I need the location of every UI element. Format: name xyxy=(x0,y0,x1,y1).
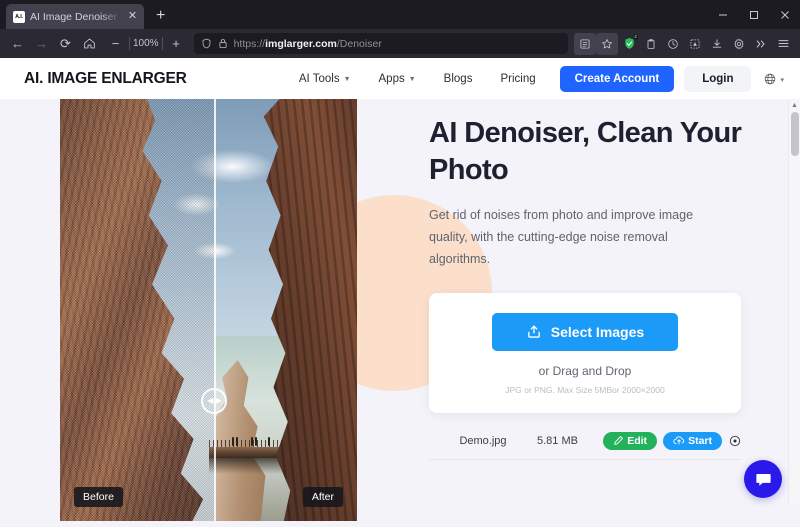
login-button[interactable]: Login xyxy=(684,65,752,92)
before-after-comparison[interactable]: ◀ ▶ Before After xyxy=(60,99,357,521)
slider-right-arrow-icon: ▶ xyxy=(215,396,222,405)
scrollbar-up-arrow-icon[interactable]: ▲ xyxy=(789,99,800,111)
zoom-level-label: 100% xyxy=(129,37,163,50)
clipboard-extension-icon[interactable] xyxy=(640,33,662,55)
language-caret-icon: ▾ xyxy=(780,76,784,84)
create-account-button[interactable]: Create Account xyxy=(559,65,675,92)
nav-label: Blogs xyxy=(443,72,473,85)
bookmark-star-icon[interactable] xyxy=(596,32,618,55)
zoom-controls: − 100% + xyxy=(104,32,188,55)
tab-favicon: A.I. xyxy=(13,10,25,23)
lock-icon[interactable] xyxy=(218,38,228,49)
upload-icon xyxy=(526,324,542,340)
chat-bubble-icon xyxy=(754,470,773,489)
comparison-slider-handle[interactable]: ◀ ▶ xyxy=(201,388,228,414)
back-icon[interactable]: ← xyxy=(6,32,29,55)
navigation-toolbar: ← → ⟳ − 100% + https://imglarger.com/Den… xyxy=(0,29,800,58)
forward-icon[interactable]: → xyxy=(30,32,53,55)
pinwheel-extension-icon[interactable] xyxy=(684,33,706,55)
language-selector[interactable]: ▾ xyxy=(763,72,784,86)
upload-hint-text: JPG or PNG. Max Size 5MBor 2000×2000 xyxy=(505,384,665,395)
nav-item-apps[interactable]: Apps ▼ xyxy=(365,73,430,85)
page-title: AI Denoiser, Clean Your Photo xyxy=(429,117,742,187)
cloud-upload-icon xyxy=(673,435,685,446)
nav-item-pricing[interactable]: Pricing xyxy=(486,73,549,85)
hero-section: AI Denoiser, Clean Your Photo Get rid of… xyxy=(429,115,769,460)
download-circle-icon[interactable] xyxy=(729,435,741,447)
select-images-label: Select Images xyxy=(550,323,645,340)
file-row: Demo.jpg 5.81 MB Edit Start xyxy=(429,425,741,460)
edit-label: Edit xyxy=(627,434,648,447)
new-tab-button[interactable]: + xyxy=(156,7,165,25)
upload-card[interactable]: Select Images or Drag and Drop JPG or PN… xyxy=(429,292,741,413)
page-content: ◀ ▶ Before After AI Denoiser, Clean Your… xyxy=(0,99,800,521)
start-button[interactable]: Start xyxy=(663,431,722,450)
hero-description: Get rid of noises from photo and improve… xyxy=(429,208,694,266)
page-viewport: AI. IMAGE ENLARGER AI Tools ▼ Apps ▼ Blo… xyxy=(0,58,800,527)
history-clock-icon[interactable] xyxy=(662,33,684,55)
nav-label: Pricing xyxy=(500,72,536,85)
tab-strip: A.I. AI Image Denoiser | Remove Im ✕ + xyxy=(0,0,800,29)
drag-and-drop-text: or Drag and Drop xyxy=(538,363,632,378)
chevron-down-icon: ▼ xyxy=(343,76,351,83)
app-menu-icon[interactable] xyxy=(772,33,794,55)
start-label: Start xyxy=(688,434,712,447)
close-button[interactable] xyxy=(769,0,800,29)
tab-title: AI Image Denoiser | Remove Im xyxy=(30,10,121,23)
maximize-button[interactable] xyxy=(738,0,769,29)
pencil-icon xyxy=(613,435,624,446)
zoom-out-button[interactable]: − xyxy=(104,32,127,55)
home-icon[interactable] xyxy=(78,32,101,55)
url-scheme: https:// xyxy=(233,37,266,50)
nav-label: Apps xyxy=(378,72,405,85)
chevron-down-icon: ▼ xyxy=(408,76,416,83)
site-navigation: AI Tools ▼ Apps ▼ Blogs Pricing Create A… xyxy=(285,65,784,92)
select-images-button[interactable]: Select Images xyxy=(491,312,679,351)
url-path: /Denoiser xyxy=(336,37,382,50)
tab-close-icon[interactable]: ✕ xyxy=(126,11,139,22)
before-label: Before xyxy=(74,487,123,507)
browser-tab[interactable]: A.I. AI Image Denoiser | Remove Im ✕ xyxy=(6,4,144,29)
reader-mode-icon[interactable] xyxy=(574,32,596,55)
file-name: Demo.jpg xyxy=(459,434,507,447)
chat-widget-button[interactable] xyxy=(744,460,782,498)
nav-item-ai-tools[interactable]: AI Tools ▼ xyxy=(285,73,365,85)
window-controls xyxy=(707,0,800,29)
settings-gear-icon[interactable] xyxy=(728,33,750,55)
globe-icon xyxy=(763,72,777,86)
zoom-in-button[interactable]: + xyxy=(165,32,188,55)
page-scrollbar[interactable]: ▲ xyxy=(788,99,800,504)
comparison-image xyxy=(60,99,357,521)
url-domain: imglarger.com xyxy=(265,37,337,50)
extension-badge: z xyxy=(633,33,638,40)
minimize-button[interactable] xyxy=(707,0,738,29)
downloads-icon[interactable] xyxy=(706,33,728,55)
shield-extension-icon[interactable]: z xyxy=(618,33,640,55)
site-header: AI. IMAGE ENLARGER AI Tools ▼ Apps ▼ Blo… xyxy=(0,58,800,99)
nav-item-blogs[interactable]: Blogs xyxy=(430,73,487,85)
site-logo[interactable]: AI. IMAGE ENLARGER xyxy=(24,70,187,88)
address-bar[interactable]: https://imglarger.com/Denoiser xyxy=(193,33,568,54)
overflow-chevrons-icon[interactable] xyxy=(750,33,772,55)
shield-icon[interactable] xyxy=(201,38,212,49)
slider-left-arrow-icon: ◀ xyxy=(207,396,214,405)
nav-label: AI Tools xyxy=(298,72,340,85)
reload-icon[interactable]: ⟳ xyxy=(54,32,77,55)
comparison-divider xyxy=(214,99,217,521)
browser-window: A.I. AI Image Denoiser | Remove Im ✕ + ←… xyxy=(0,0,800,527)
after-label: After xyxy=(302,487,343,507)
scrollbar-thumb[interactable] xyxy=(791,112,799,156)
toolbar-icons: z xyxy=(574,32,794,55)
file-size: 5.81 MB xyxy=(537,434,578,447)
edit-button[interactable]: Edit xyxy=(603,431,658,450)
url-text: https://imglarger.com/Denoiser xyxy=(234,38,382,50)
